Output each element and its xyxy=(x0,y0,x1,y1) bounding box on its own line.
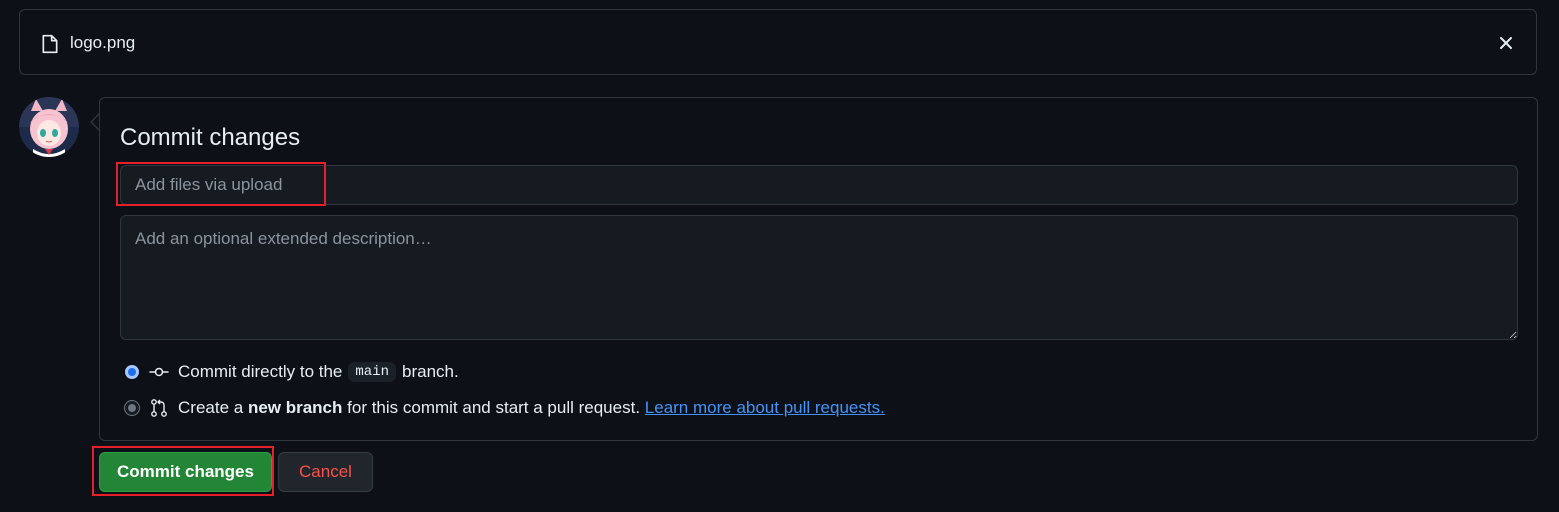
option-new-branch-bold: new branch xyxy=(247,398,343,417)
cancel-button[interactable]: Cancel xyxy=(278,452,373,492)
file-name: logo.png xyxy=(70,33,136,52)
learn-more-link[interactable]: Learn more about pull requests. xyxy=(645,398,885,418)
option-direct-suffix: branch. xyxy=(402,362,459,381)
avatar xyxy=(19,97,79,157)
option-commit-direct[interactable]: Commit directly to the main branch. xyxy=(125,361,459,383)
radio-new-branch[interactable] xyxy=(125,401,139,415)
git-commit-icon xyxy=(149,367,169,377)
commit-panel: Commit changes Commit directly to the ma… xyxy=(99,97,1538,441)
git-pull-request-icon xyxy=(151,399,167,417)
file-icon xyxy=(42,34,58,54)
radio-commit-direct[interactable] xyxy=(125,365,139,379)
option-new-branch[interactable]: Create a new branch for this commit and … xyxy=(125,397,885,419)
close-icon[interactable] xyxy=(1496,33,1516,53)
file-header: logo.png xyxy=(19,9,1537,75)
commit-changes-button[interactable]: Commit changes xyxy=(99,452,272,492)
option-new-branch-text: for this commit and start a pull request… xyxy=(347,398,641,417)
commit-summary-input[interactable] xyxy=(120,165,1518,205)
branch-name: main xyxy=(348,362,396,382)
option-new-branch-prefix: Create a xyxy=(178,398,244,417)
panel-title: Commit changes xyxy=(120,124,301,151)
commit-description-input[interactable] xyxy=(120,215,1518,340)
option-direct-text: Commit directly to the xyxy=(178,362,343,381)
